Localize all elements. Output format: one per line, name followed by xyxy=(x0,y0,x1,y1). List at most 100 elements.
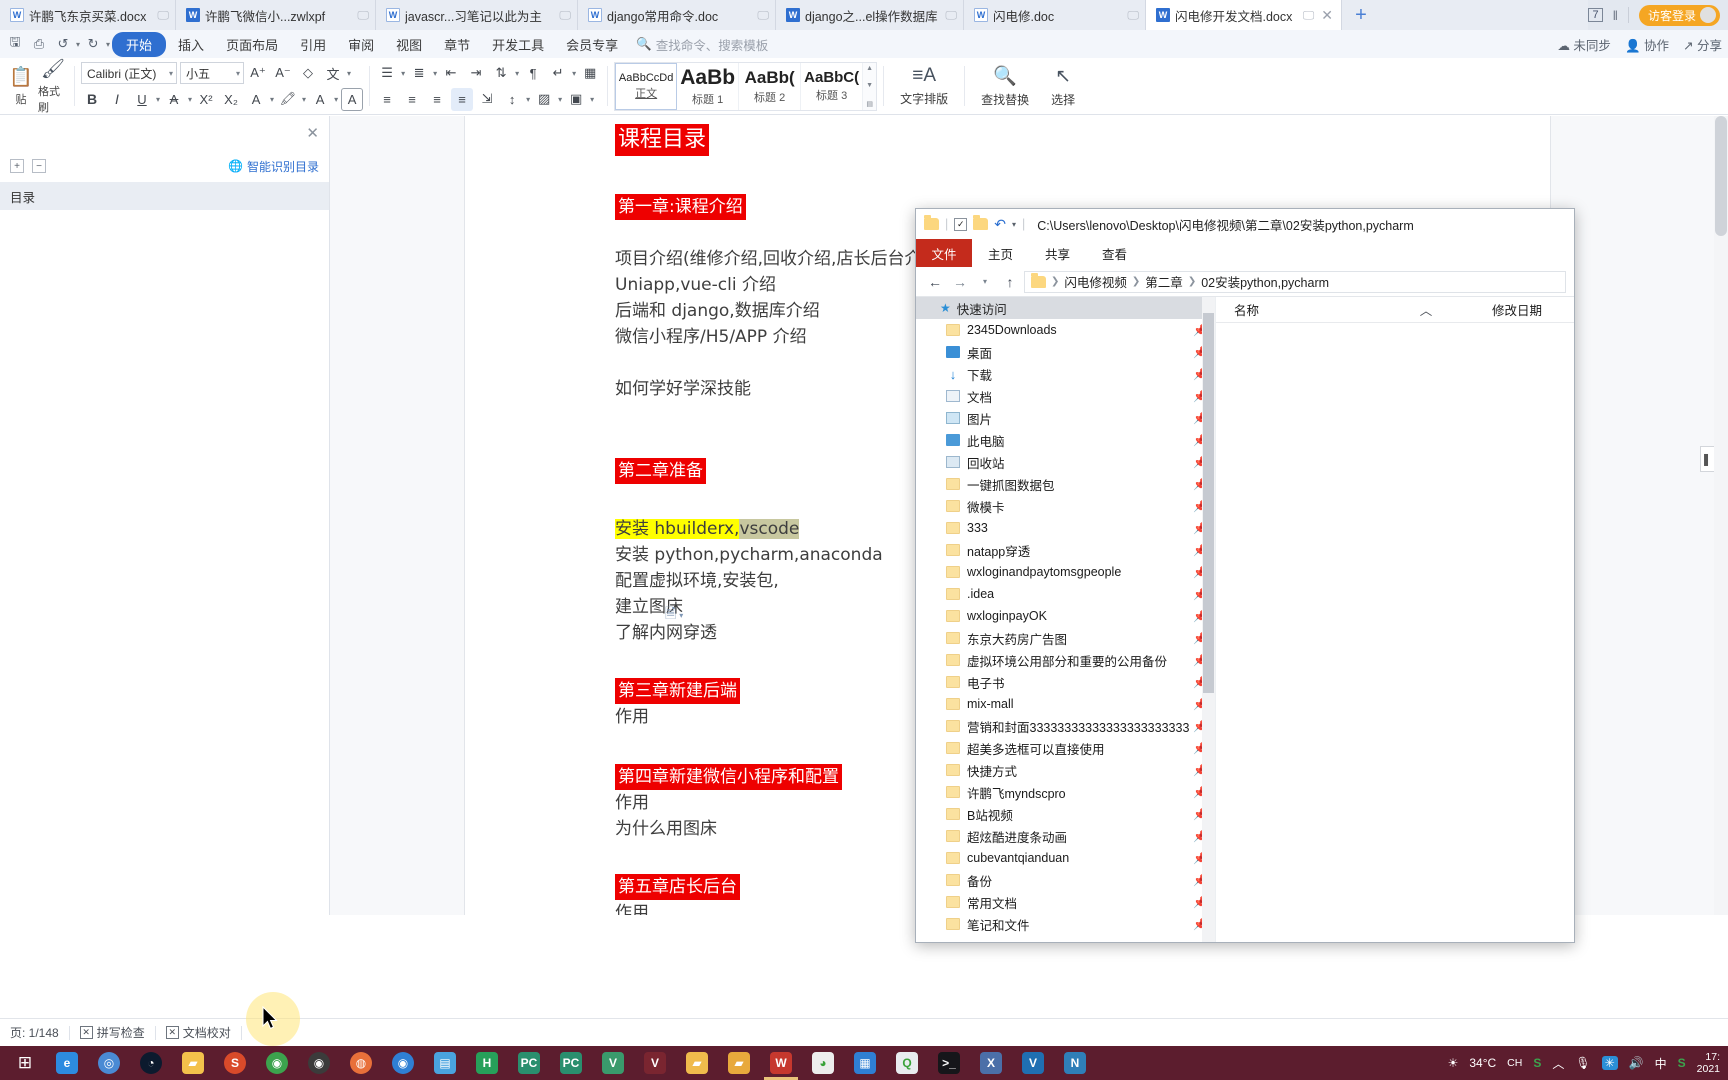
sort-icon[interactable]: ⇅ xyxy=(490,62,512,85)
explorer-tab-file[interactable]: 文件 xyxy=(916,239,972,267)
tree-scrollbar[interactable] xyxy=(1202,297,1215,942)
text-effect-icon[interactable]: A xyxy=(245,88,267,111)
italic-icon[interactable]: I xyxy=(106,88,128,111)
taskbar-item-chrome-canary[interactable]: ◉ xyxy=(298,1046,340,1080)
explorer-file-list[interactable]: 名称 ︿ 修改日期 xyxy=(1216,297,1574,942)
document-tab[interactable]: W django常用命令.doc 🖵 xyxy=(578,0,776,30)
chevron-down-icon[interactable]: ▾ xyxy=(188,95,192,104)
print-preview-icon[interactable]: ⎙ xyxy=(28,33,50,55)
document-tab[interactable]: W javascr...习笔记以此为主 🖵 xyxy=(376,0,578,30)
undo-icon[interactable]: ↶ xyxy=(994,216,1006,233)
document-tab[interactable]: W django之...el操作数据库 🖵 xyxy=(776,0,964,30)
tree-item[interactable]: 备份 📌 xyxy=(916,869,1215,891)
collapse-all-icon[interactable]: − xyxy=(32,159,46,173)
tree-item[interactable]: 2345Downloads 📌 xyxy=(916,319,1215,341)
sort-ascending-icon[interactable]: ︿ xyxy=(1366,300,1486,319)
quick-access-header[interactable]: ★ 快速访问 xyxy=(916,297,1215,319)
taskbar-item-chrome[interactable]: ◉ xyxy=(256,1046,298,1080)
scroll-down-icon[interactable]: ▼ xyxy=(866,82,873,89)
tree-item[interactable]: 许鹏飞myndscpro 📌 xyxy=(916,781,1215,803)
chevron-down-icon[interactable]: ▾ xyxy=(156,95,160,104)
column-header-name[interactable]: 名称 xyxy=(1216,300,1366,319)
chevron-down-icon[interactable]: ▾ xyxy=(515,69,519,78)
document-tab[interactable]: W 闪电修.doc 🖵 xyxy=(964,0,1146,30)
file-explorer-window[interactable]: | ✓ ↶ ▾ | C:\Users\lenovo\Desktop\闪电修视频\… xyxy=(915,208,1575,943)
taskbar-item-notes[interactable]: ▤ xyxy=(424,1046,466,1080)
tree-item[interactable]: 东京大药房广告图 📌 xyxy=(916,627,1215,649)
properties-icon[interactable]: ✓ xyxy=(954,217,968,231)
taskbar-item-folder2[interactable]: ▰ xyxy=(676,1046,718,1080)
taskbar-item-vmware[interactable]: V xyxy=(634,1046,676,1080)
screen-icon[interactable]: 🖵 xyxy=(945,8,957,23)
breadcrumb-segment[interactable]: 闪电修视频 xyxy=(1064,272,1127,291)
new-tab-button[interactable]: + xyxy=(1342,0,1380,30)
close-icon[interactable]: ✕ xyxy=(1319,7,1335,24)
align-right-icon[interactable]: ≡ xyxy=(426,88,448,111)
explorer-tab-share[interactable]: 共享 xyxy=(1029,239,1086,267)
tree-item[interactable]: cubevantqianduan 📌 xyxy=(916,847,1215,869)
tab-start[interactable]: 开始 xyxy=(112,31,167,57)
tree-item[interactable]: mix-mall 📌 xyxy=(916,693,1215,715)
tab-reference[interactable]: 引用 xyxy=(290,32,336,57)
scroll-up-icon[interactable]: ▲ xyxy=(866,65,873,72)
tree-item[interactable]: 虚拟环境公用部分和重要的公用备份 📌 xyxy=(916,649,1215,671)
screen-icon[interactable]: 🖵 xyxy=(357,8,369,23)
command-search[interactable]: 🔍 查找命令、搜索模板 xyxy=(636,35,768,54)
style-item-heading1[interactable]: AaBb 标题 1 xyxy=(677,62,740,110)
screen-icon[interactable]: 🖵 xyxy=(1303,8,1315,23)
taskbar-item-vscode-insiders[interactable]: V xyxy=(592,1046,634,1080)
microphone-icon[interactable]: 🎙 xyxy=(1575,1056,1590,1070)
taskbar-item-h[interactable]: H xyxy=(466,1046,508,1080)
expand-all-icon[interactable]: + xyxy=(10,159,24,173)
undo-icon[interactable]: ↺ xyxy=(52,33,74,55)
tab-page-layout[interactable]: 页面布局 xyxy=(216,32,288,57)
back-icon[interactable]: ← xyxy=(924,271,946,293)
breadcrumb-segment[interactable]: 第二章 xyxy=(1145,272,1183,291)
clock[interactable]: 17: 2021 xyxy=(1697,1051,1720,1075)
tree-item[interactable]: 文档 📌 xyxy=(916,385,1215,407)
paragraph-marker-icon[interactable]: 🗎 ▾ xyxy=(665,603,683,627)
breadcrumb-segment[interactable]: 02安装python,pycharm xyxy=(1201,272,1329,291)
tree-item[interactable]: 快捷方式 📌 xyxy=(916,759,1215,781)
share-button[interactable]: ↗ 分享 xyxy=(1683,35,1722,54)
tree-item[interactable]: ↓ 下载 📌 xyxy=(916,363,1215,385)
explorer-navigation-tree[interactable]: ★ 快速访问 2345Downloads 📌 桌面 📌 ↓ 下载 📌 文档 📌 图片 📌 此电脑 📌 回收… xyxy=(916,297,1216,942)
taskbar-item-wps[interactable]: W xyxy=(760,1046,802,1080)
tab-member[interactable]: 会员专享 xyxy=(556,32,628,57)
tree-item[interactable]: 超炫酷进度条动画 📌 xyxy=(916,825,1215,847)
redo-icon[interactable]: ↻ xyxy=(82,33,104,55)
tree-item[interactable]: 图片 📌 xyxy=(916,407,1215,429)
clear-format-icon[interactable]: ◇ xyxy=(297,62,319,85)
chevron-down-icon[interactable]: ▾ xyxy=(433,69,437,78)
taskbar-item-qq[interactable]: Q xyxy=(886,1046,928,1080)
tree-item[interactable]: 此电脑 📌 xyxy=(916,429,1215,451)
weather-sun-icon[interactable]: ☀ xyxy=(1448,1056,1459,1070)
font-name-input[interactable]: Calibri (正文) xyxy=(81,62,177,84)
save-icon[interactable]: 🖫 xyxy=(4,33,26,55)
tree-item[interactable]: wxloginpayOK 📌 xyxy=(916,605,1215,627)
explorer-tab-home[interactable]: 主页 xyxy=(972,239,1029,267)
decrease-font-size-icon[interactable]: A⁻ xyxy=(272,62,294,85)
taskbar-item-opera[interactable]: ◔ xyxy=(130,1046,172,1080)
new-folder-icon[interactable] xyxy=(973,215,989,230)
tree-item[interactable]: wxloginandpaytomsgpeople 📌 xyxy=(916,561,1215,583)
tab-count-badge[interactable]: 7 xyxy=(1588,8,1603,22)
format-painter-button[interactable]: 🖌 格式刷 xyxy=(38,57,68,115)
tab-review[interactable]: 审阅 xyxy=(338,32,384,57)
tree-item[interactable]: B站视频 📌 xyxy=(916,803,1215,825)
column-header-date[interactable]: 修改日期 xyxy=(1486,300,1542,319)
tree-item[interactable]: 回收站 📌 xyxy=(916,451,1215,473)
gallery-expand-icon[interactable]: ▤ xyxy=(866,100,873,108)
paste-button[interactable]: 📋 贴 xyxy=(6,65,36,107)
tree-item[interactable]: .idea 📌 xyxy=(916,583,1215,605)
chevron-down-icon[interactable]: ▾ xyxy=(526,95,530,104)
sogou-icon[interactable]: S xyxy=(1678,1056,1686,1070)
taskbar-item-explorer[interactable]: ▰ xyxy=(172,1046,214,1080)
subscript-icon[interactable]: X₂ xyxy=(220,88,242,111)
collaborate-button[interactable]: 👤 协作 xyxy=(1625,35,1669,54)
sync-status[interactable]: ☁ 未同步 xyxy=(1557,35,1611,54)
justify-icon[interactable]: ≡ xyxy=(451,87,474,111)
select-button[interactable]: ↖ 选择 xyxy=(1041,65,1085,108)
style-item-body[interactable]: AaBbCcDd 正文 xyxy=(615,62,678,110)
style-item-heading3[interactable]: AaBbC( 标题 3 xyxy=(801,62,864,110)
